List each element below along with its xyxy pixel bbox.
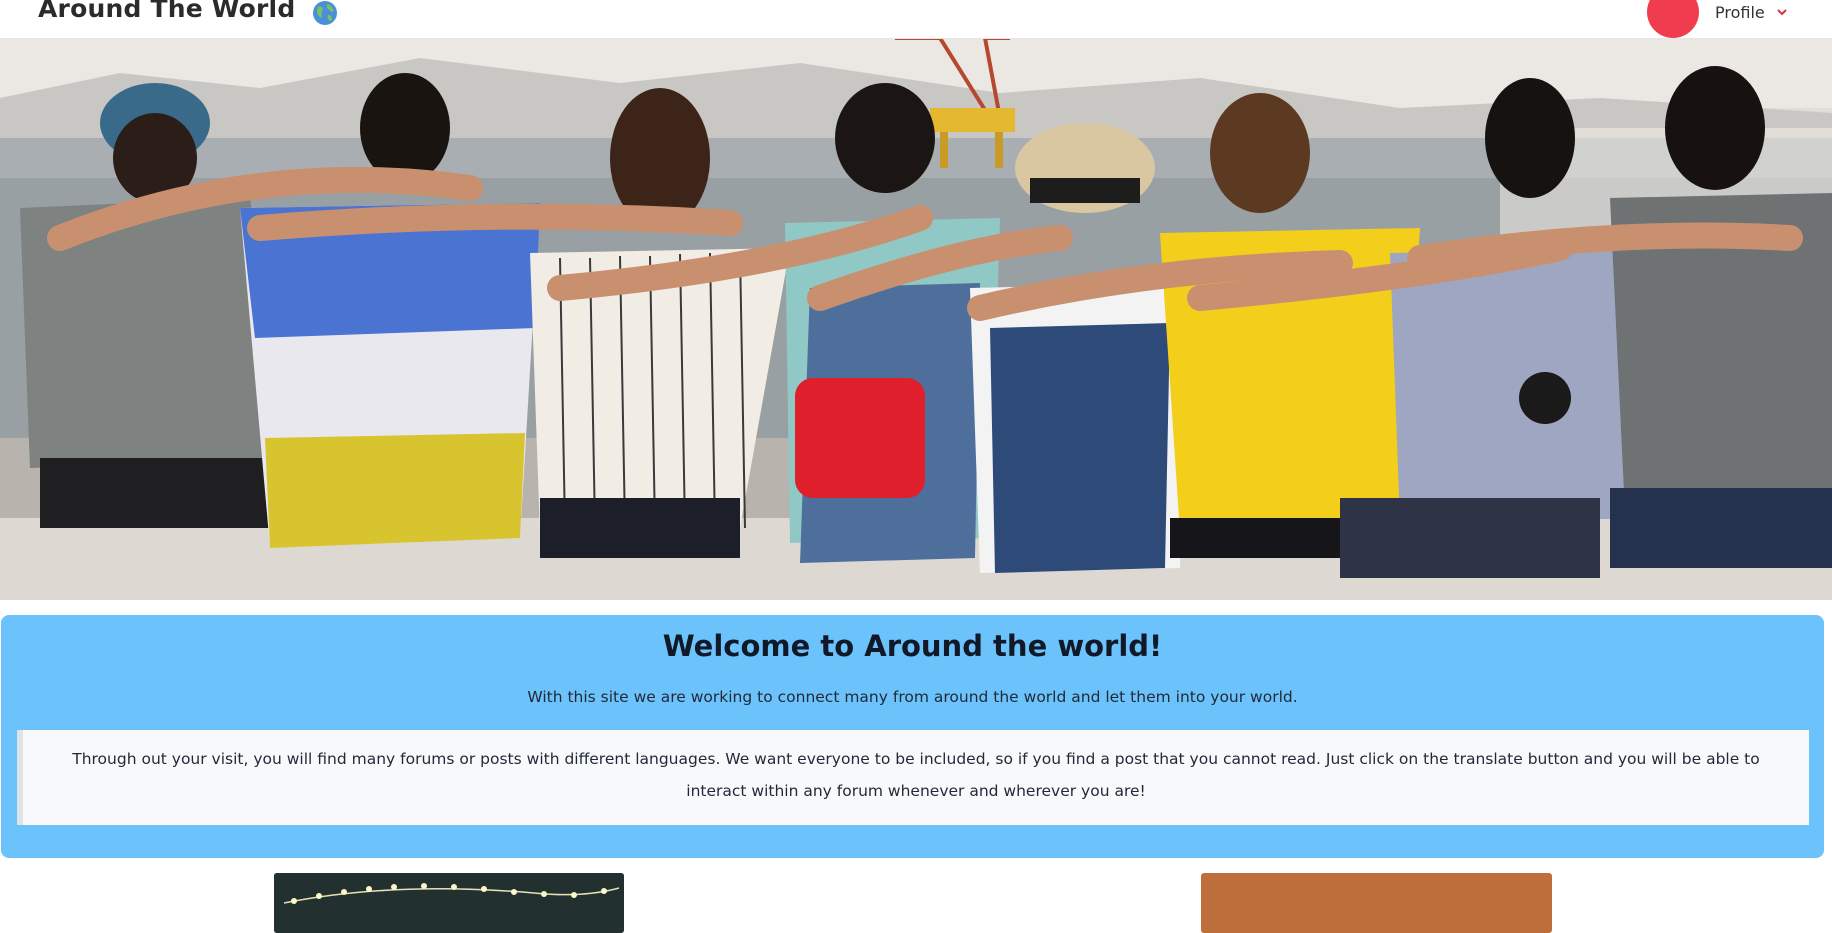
chevron-down-icon[interactable]	[1776, 6, 1788, 18]
welcome-subtitle: With this site we are working to connect…	[527, 688, 1298, 706]
globe-icon	[313, 1, 337, 25]
left-card-image[interactable]	[274, 873, 624, 933]
hero-photo-illustration	[0, 38, 1832, 600]
welcome-title: Welcome to Around the world!	[662, 629, 1163, 663]
navbar: Around The World Profile	[0, 0, 1832, 39]
hero-image	[0, 38, 1832, 600]
right-card-image[interactable]	[1201, 873, 1552, 933]
profile-menu-label[interactable]: Profile	[1715, 3, 1765, 22]
welcome-section: Welcome to Around the world! With this s…	[1, 615, 1824, 858]
welcome-note: Through out your visit, you will find ma…	[17, 730, 1809, 825]
avatar[interactable]	[1647, 0, 1699, 38]
string-lights-illustration	[274, 873, 624, 933]
brand-title[interactable]: Around The World	[38, 0, 295, 23]
